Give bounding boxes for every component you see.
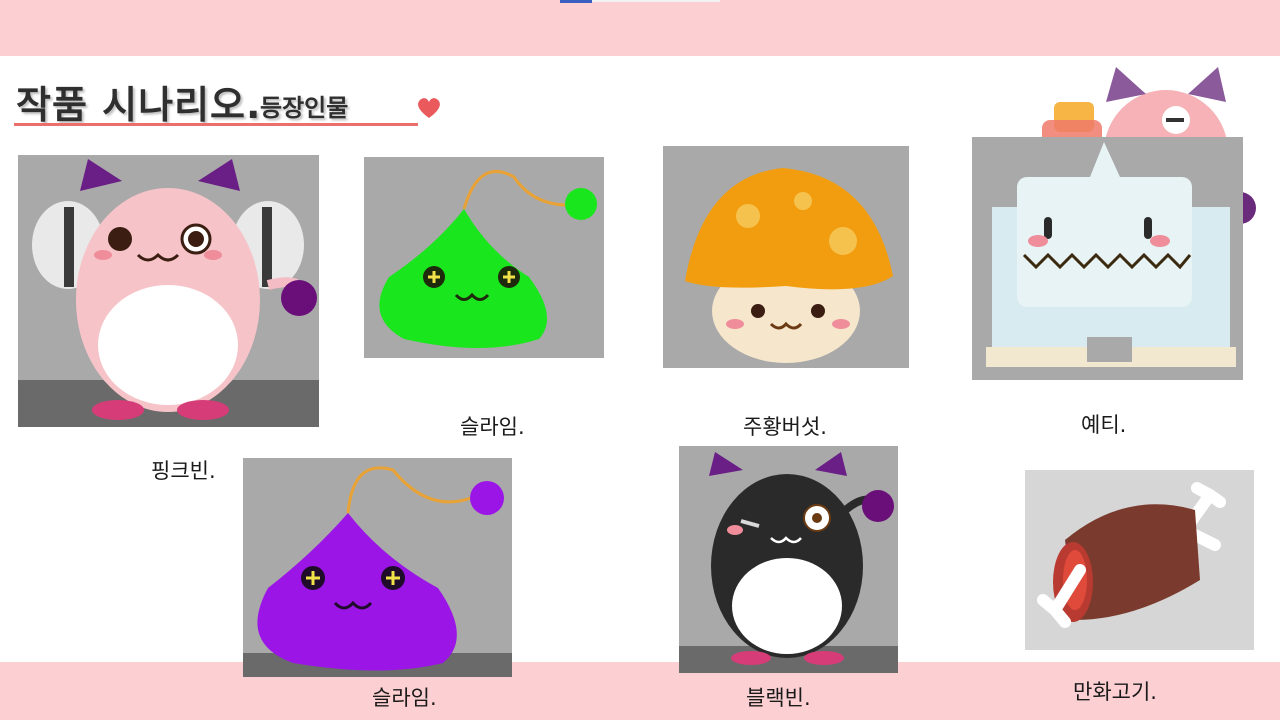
orange-mushroom-caption: 주황버섯. <box>743 415 827 439</box>
orange-mushroom-image <box>663 146 909 368</box>
top-accent-mark-light <box>592 0 720 2</box>
pink-bean-image <box>18 155 319 427</box>
purple-slime-caption: 슬라임. <box>372 686 437 710</box>
cartoon-meat-image <box>1025 470 1254 650</box>
title-main: 작품 시나리오. <box>16 83 262 127</box>
yeti-caption: 예티. <box>1081 413 1127 437</box>
black-bean-image <box>679 446 898 673</box>
green-slime-image <box>364 157 604 358</box>
top-band <box>0 0 1280 56</box>
title-sub: 등장인물 <box>260 94 349 122</box>
cartoon-meat-caption: 만화고기. <box>1073 680 1157 704</box>
title-underline <box>14 123 418 126</box>
pink-bean-caption: 핑크빈. <box>151 459 216 483</box>
top-accent-mark <box>560 0 592 3</box>
black-bean-caption: 블랙빈. <box>746 686 811 710</box>
heart-icon <box>416 96 442 124</box>
green-slime-caption: 슬라임. <box>460 415 525 439</box>
yeti-image <box>972 137 1243 380</box>
purple-slime-image <box>243 458 512 677</box>
